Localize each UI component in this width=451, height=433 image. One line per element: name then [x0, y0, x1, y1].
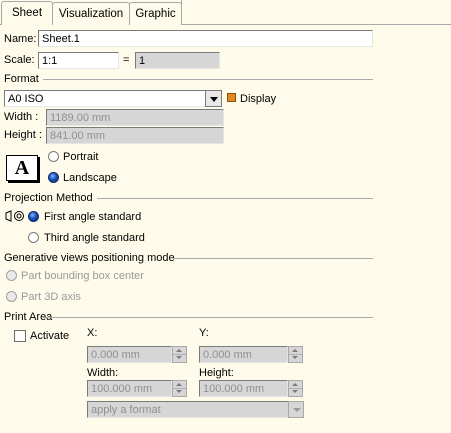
landscape-label: Landscape: [63, 172, 117, 184]
y-field: 0.000 mm: [199, 346, 288, 363]
display-label: Display: [240, 93, 277, 105]
chevron-down-icon: [292, 390, 298, 393]
scale-field[interactable]: 1:1: [38, 52, 119, 69]
height-field: 841.00 mm: [46, 127, 224, 144]
print-area-divider: [43, 317, 373, 318]
third-angle-radio[interactable]: [28, 232, 39, 243]
part-3d-axis-label: Part 3D axis: [21, 291, 81, 303]
third-angle-label: Third angle standard: [44, 232, 145, 244]
orientation-icon: A: [6, 155, 38, 181]
print-height-spin-down[interactable]: [289, 388, 302, 395]
bounding-box-label: Part bounding box center: [21, 270, 144, 282]
tab-sheet[interactable]: Sheet: [1, 1, 53, 25]
y-label: Y:: [199, 327, 209, 339]
width-field: 1189.00 mm: [46, 109, 224, 126]
tab-graphic[interactable]: Graphic: [129, 2, 182, 25]
projection-divider: [97, 198, 373, 199]
x-field: 0.000 mm: [87, 346, 172, 363]
print-height-label: Height:: [199, 367, 234, 379]
print-height-field: 100.000 mm: [199, 380, 288, 397]
print-height-spinner[interactable]: [288, 380, 303, 397]
display-icon[interactable]: [227, 93, 236, 102]
first-angle-label: First angle standard: [44, 211, 142, 223]
scale-label: Scale:: [4, 54, 35, 66]
name-field[interactable]: Sheet.1: [38, 30, 373, 47]
format-section-title: Format: [4, 73, 39, 85]
chevron-down-icon: [210, 97, 218, 102]
chevron-up-icon: [292, 349, 298, 352]
x-spinner[interactable]: [172, 346, 187, 363]
chevron-up-icon: [176, 349, 182, 352]
tab-visualization[interactable]: Visualization: [52, 2, 130, 25]
scale-equals: =: [123, 54, 130, 66]
activate-label: Activate: [30, 330, 70, 342]
portrait-radio[interactable]: [48, 151, 59, 162]
scale-result-field: 1: [135, 52, 220, 69]
format-dropdown[interactable]: A0 ISO: [4, 90, 208, 107]
format-divider: [43, 79, 373, 80]
first-angle-radio[interactable]: [28, 211, 39, 222]
generative-divider: [174, 258, 373, 259]
orientation-icon-letter: A: [14, 157, 30, 179]
tab-sheet-label: Sheet: [11, 7, 43, 19]
x-spin-down[interactable]: [173, 354, 186, 361]
projection-section-title: Projection Method: [4, 192, 93, 204]
print-width-spin-down[interactable]: [173, 388, 186, 395]
tab-visualization-label: Visualization: [58, 8, 124, 20]
portrait-label: Portrait: [63, 151, 99, 163]
apply-format-dropdown: apply a format: [87, 401, 290, 418]
name-label: Name:: [4, 33, 37, 45]
tab-graphic-label: Graphic: [135, 8, 176, 20]
print-width-spinner[interactable]: [172, 380, 187, 397]
first-angle-projection-icon: [5, 210, 27, 222]
y-spin-down[interactable]: [289, 354, 302, 361]
chevron-up-icon: [292, 383, 298, 386]
print-width-label: Width:: [87, 367, 119, 379]
tab-strip-end: [181, 0, 188, 25]
width-label: Width :: [4, 111, 39, 123]
y-spinner[interactable]: [288, 346, 303, 363]
chevron-down-icon: [176, 356, 182, 359]
generative-section-title: Generative views positioning mode: [4, 252, 175, 264]
x-label: X:: [87, 327, 98, 339]
format-dropdown-arrow[interactable]: [205, 90, 222, 107]
height-label: Height :: [4, 129, 42, 141]
print-width-field: 100.000 mm: [87, 380, 172, 397]
chevron-down-icon: [176, 390, 182, 393]
activate-checkbox[interactable]: [14, 330, 26, 342]
landscape-radio[interactable]: [48, 172, 59, 183]
part-3d-axis-radio[interactable]: [6, 291, 17, 302]
bounding-box-radio[interactable]: [6, 270, 17, 281]
chevron-down-icon: [292, 356, 298, 359]
apply-format-arrow[interactable]: [288, 401, 304, 418]
chevron-down-icon: [293, 408, 301, 412]
chevron-up-icon: [176, 383, 182, 386]
